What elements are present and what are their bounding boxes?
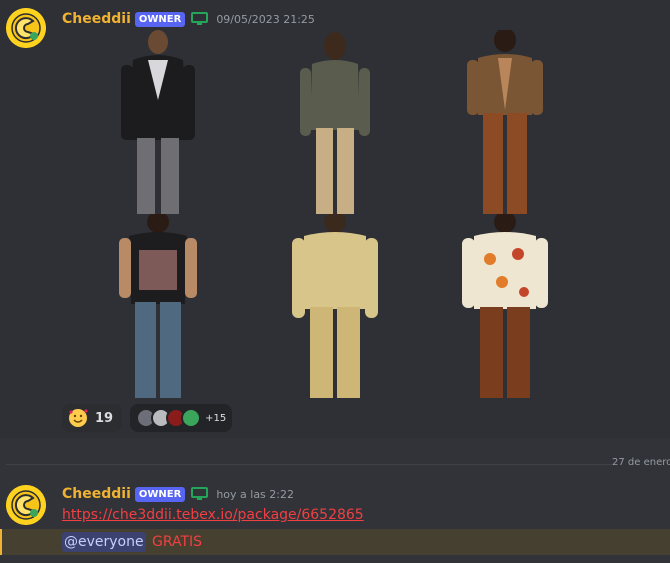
outfit-image-3[interactable] [440, 30, 570, 214]
reactions-bar: 19 +15 [62, 404, 233, 432]
outfit-image-6[interactable] [440, 214, 570, 398]
reactor-avatar [181, 408, 202, 428]
message-timestamp[interactable]: 09/05/2023 21:25 [216, 13, 315, 26]
user-avatar[interactable] [6, 485, 46, 525]
desktop-status-icon [191, 487, 209, 500]
message-text: GRATIS [152, 534, 203, 550]
mention-highlight-row: @everyone GRATIS [0, 529, 670, 555]
owner-role-badge[interactable]: OWNER [134, 11, 186, 27]
more-reactors-count: +15 [205, 412, 227, 424]
outfit-image-5[interactable] [270, 214, 400, 398]
username[interactable]: Cheeddii [62, 486, 131, 502]
user-avatar[interactable] [6, 8, 46, 48]
date-divider [6, 464, 612, 465]
date-divider-label: 27 de enero [612, 457, 670, 468]
cheese-logo-icon [6, 485, 46, 525]
reactors-avatar-stack[interactable]: +15 [130, 404, 233, 432]
outfit-image-1[interactable] [93, 30, 223, 214]
cheese-logo-icon [6, 8, 46, 48]
owner-role-badge[interactable]: OWNER [134, 486, 186, 502]
username[interactable]: Cheeddii [62, 11, 131, 27]
desktop-status-icon [191, 12, 209, 25]
everyone-mention[interactable]: @everyone [62, 532, 146, 552]
outfit-image-4[interactable] [93, 214, 223, 398]
message-header: Cheeddii OWNER 09/05/2023 21:25 [62, 9, 315, 29]
smiling-face-with-hearts-icon [69, 409, 88, 427]
package-link[interactable]: https://che3ddii.tebex.io/package/665286… [62, 507, 364, 523]
message-header: Cheeddii OWNER hoy a las 2:22 [62, 484, 294, 504]
outfit-image-2[interactable] [270, 30, 400, 214]
reaction-count: 19 [95, 410, 114, 426]
message-timestamp[interactable]: hoy a las 2:22 [216, 488, 294, 501]
reaction-button[interactable]: 19 [62, 404, 123, 432]
